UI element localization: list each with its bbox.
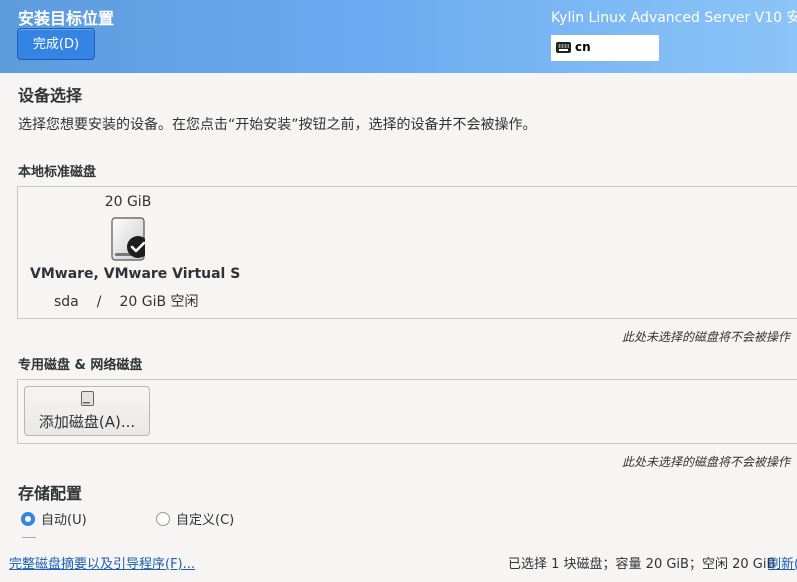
- selection-status: 已选择 1 块磁盘；容量 20 GiB；空闲 20 GiB: [508, 557, 776, 572]
- header-bar: 安装目标位置 完成(D) Kylin Linux Advanced Server…: [0, 0, 797, 73]
- special-disks-panel: 添加磁盘(A)...: [17, 379, 797, 444]
- product-name: Kylin Linux Advanced Server V10 安: [551, 10, 797, 26]
- full-disk-summary-link[interactable]: 完整磁盘摘要以及引导程序(F)...: [9, 553, 195, 572]
- keyboard-layout-label: cn: [575, 40, 591, 54]
- special-disks-note: 此处未选择的磁盘将不会被操作: [622, 455, 791, 469]
- local-disks-title: 本地标准磁盘: [18, 165, 97, 180]
- device-selection-description: 选择您想要安装的设备。在您点击“开始安装”按钮之前，选择的设备并不会被操作。: [18, 117, 537, 133]
- storage-config-title: 存储配置: [18, 484, 83, 503]
- special-disks-title: 专用磁盘 & 网络磁盘: [18, 358, 143, 373]
- divider: [22, 537, 36, 538]
- disk-info: sda / 20 GiB 空闲: [54, 291, 199, 311]
- disk-free-space: 20 GiB 空闲: [119, 294, 199, 310]
- disk-sda[interactable]: 20 GiB VMware, VMware Virtual S sda / 20 G…: [18, 187, 241, 317]
- disk-size: 20 GiB: [104, 194, 152, 210]
- keyboard-icon: [556, 42, 571, 53]
- radio-custom-button[interactable]: [156, 511, 170, 526]
- page-title: 安装目标位置: [18, 9, 115, 28]
- refresh-link[interactable]: 刷新(: [768, 553, 797, 572]
- disk-icon: [81, 391, 94, 406]
- done-button[interactable]: 完成(D): [17, 28, 95, 60]
- local-disks-note: 此处未选择的磁盘将不会被操作: [622, 330, 791, 344]
- radio-automatic-button[interactable]: [21, 511, 35, 526]
- radio-custom[interactable]: 自定义(C): [156, 509, 234, 528]
- add-disk-button[interactable]: 添加磁盘(A)...: [24, 386, 150, 436]
- radio-automatic[interactable]: 自动(U): [21, 509, 87, 528]
- radio-automatic-label: 自动(U): [41, 513, 87, 528]
- local-disks-panel: 20 GiB VMware, VMware Virtual S sda / 20 G…: [17, 186, 797, 319]
- disk-info-separator: /: [96, 294, 102, 310]
- keyboard-layout-indicator[interactable]: cn: [551, 35, 659, 61]
- radio-custom-label: 自定义(C): [176, 513, 235, 528]
- disk-model-name: VMware, VMware Virtual S: [30, 266, 241, 282]
- hard-disk-selected-icon: [111, 217, 145, 261]
- add-disk-label: 添加磁盘(A)...: [38, 413, 136, 431]
- device-selection-title: 设备选择: [18, 86, 83, 105]
- disk-device: sda: [54, 294, 79, 310]
